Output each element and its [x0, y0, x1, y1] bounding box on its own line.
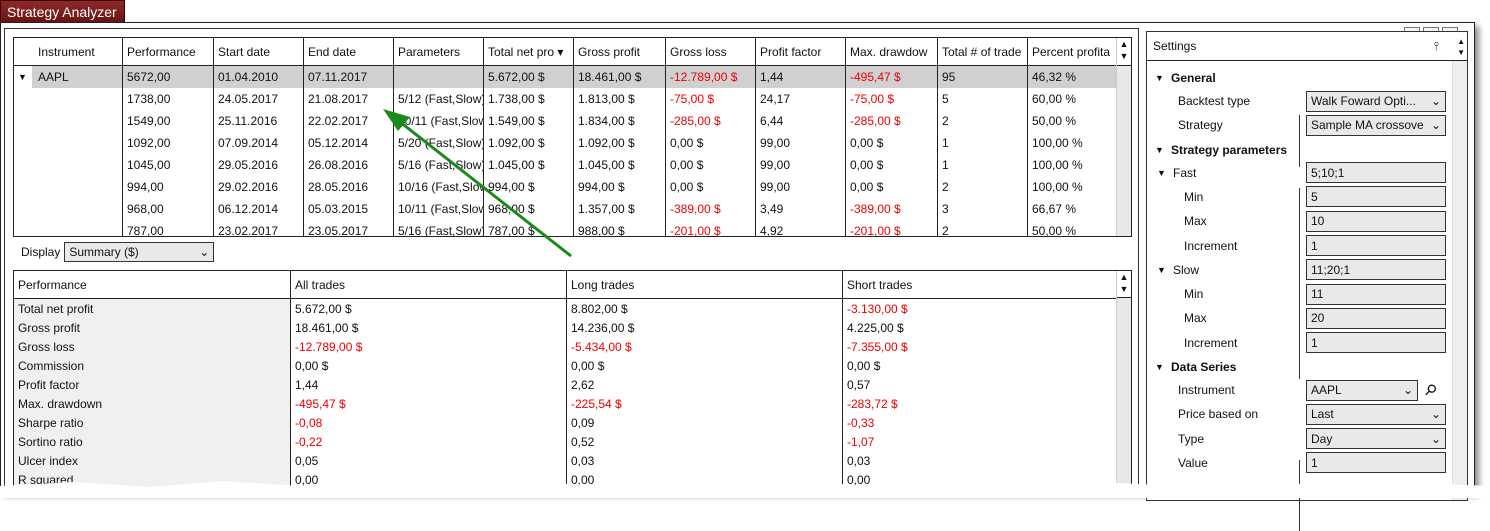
annotation-arrow [383, 109, 572, 258]
